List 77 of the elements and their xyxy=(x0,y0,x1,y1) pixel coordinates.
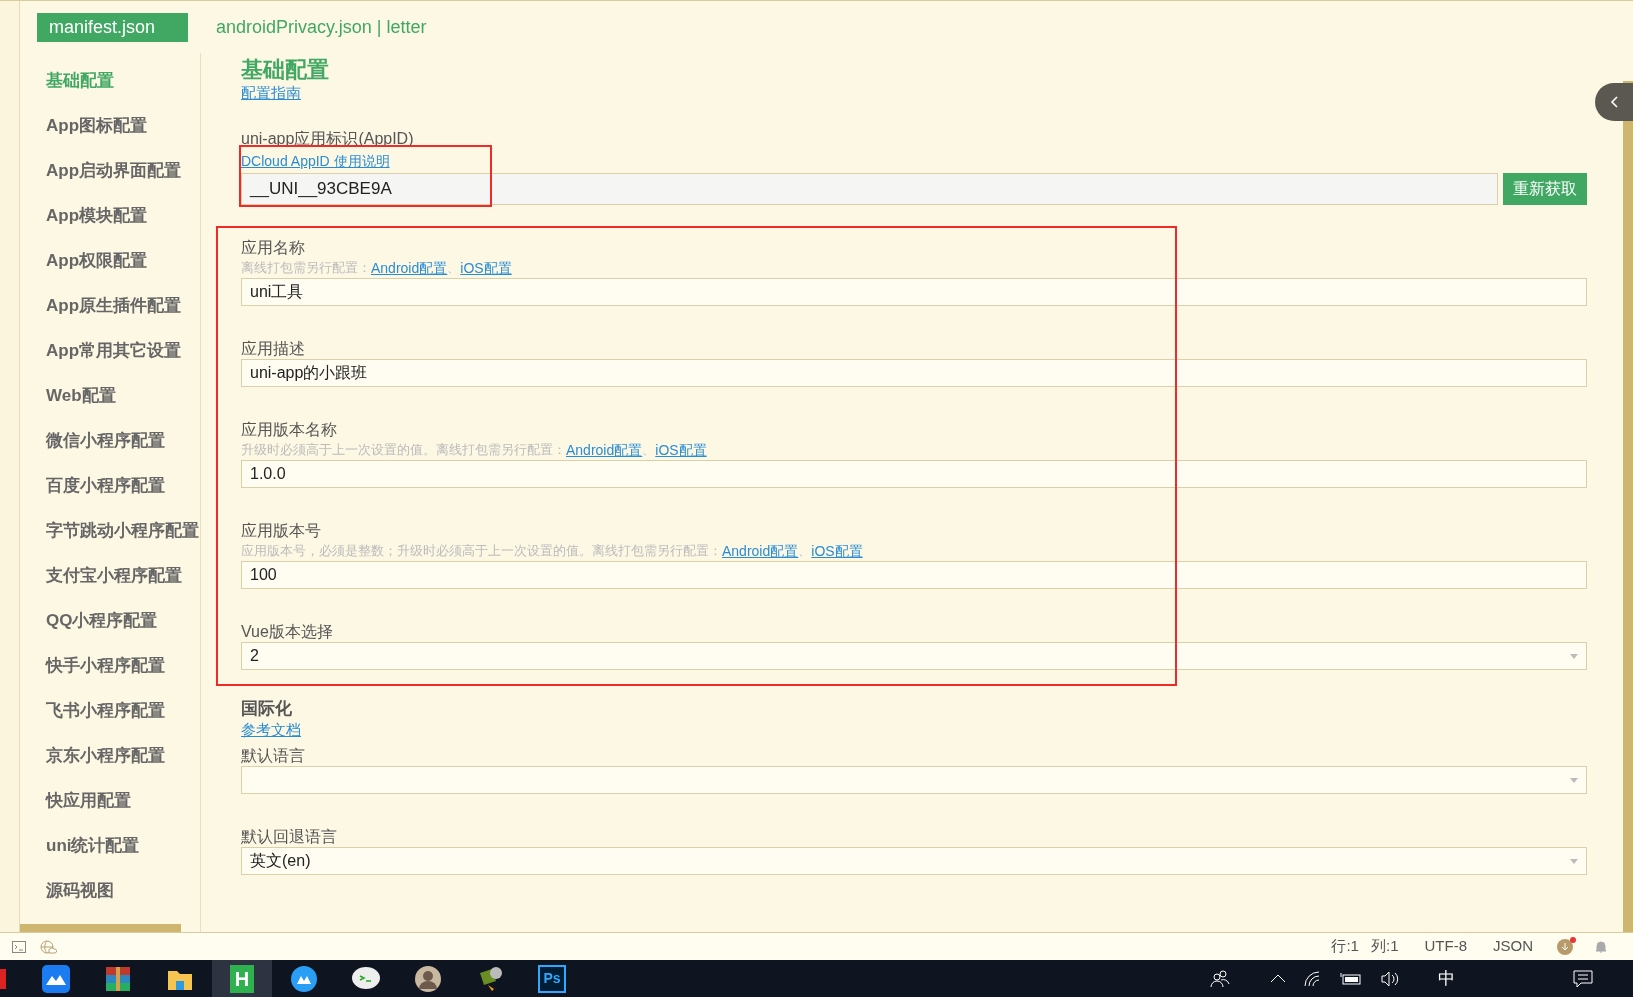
field-label: 默认语言 xyxy=(241,746,306,766)
section-title: 国际化 xyxy=(241,698,293,720)
archive-app-icon[interactable] xyxy=(104,964,132,993)
separator-text: 、 xyxy=(642,441,656,459)
app-icon[interactable] xyxy=(0,968,6,989)
wifi-icon[interactable] xyxy=(1304,970,1322,987)
sidebar-item[interactable]: Web配置 xyxy=(20,373,200,418)
field-label: 应用版本号 xyxy=(241,521,322,541)
config-link[interactable]: Android配置 xyxy=(566,440,643,460)
terminal-icon[interactable] xyxy=(12,940,26,953)
sidebar-item[interactable]: App图标配置 xyxy=(20,103,200,148)
collapse-button[interactable] xyxy=(1595,83,1633,121)
separator-text: 、 xyxy=(798,542,812,560)
text-field[interactable]: uni-app的小跟班 xyxy=(241,359,1587,387)
refresh-button[interactable]: 重新获取 xyxy=(1503,173,1587,205)
sidebar-item[interactable]: uni统计配置 xyxy=(20,823,200,868)
download-icon[interactable] xyxy=(1557,938,1573,955)
scrollbar-thumb[interactable] xyxy=(20,924,181,932)
sidebar-item[interactable]: 飞书小程序配置 xyxy=(20,688,200,733)
field-hint: 离线打包需另行配置： xyxy=(241,259,371,277)
sidebar-item[interactable]: 百度小程序配置 xyxy=(20,463,200,508)
photoshop-app-icon[interactable]: Ps xyxy=(538,964,566,993)
sidebar-item[interactable]: App原生插件配置 xyxy=(20,283,200,328)
people-icon[interactable] xyxy=(1210,969,1230,988)
field-label: 应用描述 xyxy=(241,339,306,359)
sidebar-item[interactable]: 基础配置 xyxy=(20,58,200,103)
field-label: 应用名称 xyxy=(241,238,306,258)
sidebar-item[interactable]: App启动界面配置 xyxy=(20,148,200,193)
select-field[interactable]: 英文(en) xyxy=(241,847,1587,875)
battery-icon[interactable] xyxy=(1340,971,1362,986)
sidebar-item[interactable]: 快手小程序配置 xyxy=(20,643,200,688)
sidebar-item[interactable]: 快应用配置 xyxy=(20,778,200,823)
select-field[interactable]: 2 xyxy=(241,642,1587,670)
field-label: 应用版本名称 xyxy=(241,420,338,440)
text-field[interactable]: 1.0.0 xyxy=(241,460,1587,488)
status-text[interactable]: 列:1 xyxy=(1370,935,1399,958)
sidebar-item[interactable]: App权限配置 xyxy=(20,238,200,283)
status-text[interactable]: 行:1 xyxy=(1331,935,1359,958)
hbuilder-app-icon[interactable]: H xyxy=(230,964,254,993)
sidebar-item[interactable]: QQ小程序配置 xyxy=(20,598,200,643)
status-text[interactable]: JSON xyxy=(1493,935,1533,958)
volume-icon[interactable] xyxy=(1380,970,1400,987)
guide-link[interactable]: 参考文档 xyxy=(241,720,301,740)
field-label: Vue版本选择 xyxy=(241,622,334,642)
sidebar-item[interactable]: 京东小程序配置 xyxy=(20,733,200,778)
caret-icon xyxy=(1570,858,1578,864)
config-link[interactable]: Android配置 xyxy=(722,541,799,561)
select-field[interactable] xyxy=(241,766,1587,794)
caret-icon xyxy=(1570,653,1578,659)
text-field[interactable]: 100 xyxy=(241,561,1587,589)
field-label: 默认回退语言 xyxy=(241,827,338,847)
sidebar-item[interactable]: App常用其它设置 xyxy=(20,328,200,373)
appid-field[interactable]: __UNI__93CBE9A xyxy=(241,173,1498,205)
sidebar-item[interactable]: 源码视图 xyxy=(20,868,200,913)
file-tab[interactable]: manifest.json xyxy=(37,12,188,42)
status-text[interactable]: UTF-8 xyxy=(1424,935,1467,958)
caret-icon xyxy=(1570,777,1578,783)
notification-center-icon[interactable] xyxy=(1573,969,1593,988)
config-link[interactable]: iOS配置 xyxy=(460,258,512,278)
sidebar-item[interactable]: App模块配置 xyxy=(20,193,200,238)
text-field[interactable]: uni工具 xyxy=(241,278,1587,306)
scrollbar-thumb[interactable] xyxy=(1623,81,1633,932)
config-link[interactable]: iOS配置 xyxy=(811,541,863,561)
avatar-app-icon[interactable] xyxy=(414,964,442,993)
help-link[interactable]: DCloud AppID 使用说明 xyxy=(241,152,390,170)
chevron-up-icon[interactable] xyxy=(1270,974,1286,983)
chevron-left-icon xyxy=(1610,96,1618,108)
section-title: 基础配置 xyxy=(241,57,330,83)
ime-indicator[interactable]: 中 xyxy=(1438,965,1455,992)
guide-link[interactable]: 配置指南 xyxy=(241,83,301,103)
separator-text: 、 xyxy=(447,259,461,277)
config-link[interactable]: Android配置 xyxy=(371,258,448,278)
file-tab[interactable]: androidPrivacy.json | letter xyxy=(216,12,427,42)
config-link[interactable]: iOS配置 xyxy=(655,440,707,460)
sidebar-item[interactable]: 字节跳动小程序配置 xyxy=(20,508,200,553)
sidebar-item[interactable]: 微信小程序配置 xyxy=(20,418,200,463)
sidebar-item[interactable]: 支付宝小程序配置 xyxy=(20,553,200,598)
